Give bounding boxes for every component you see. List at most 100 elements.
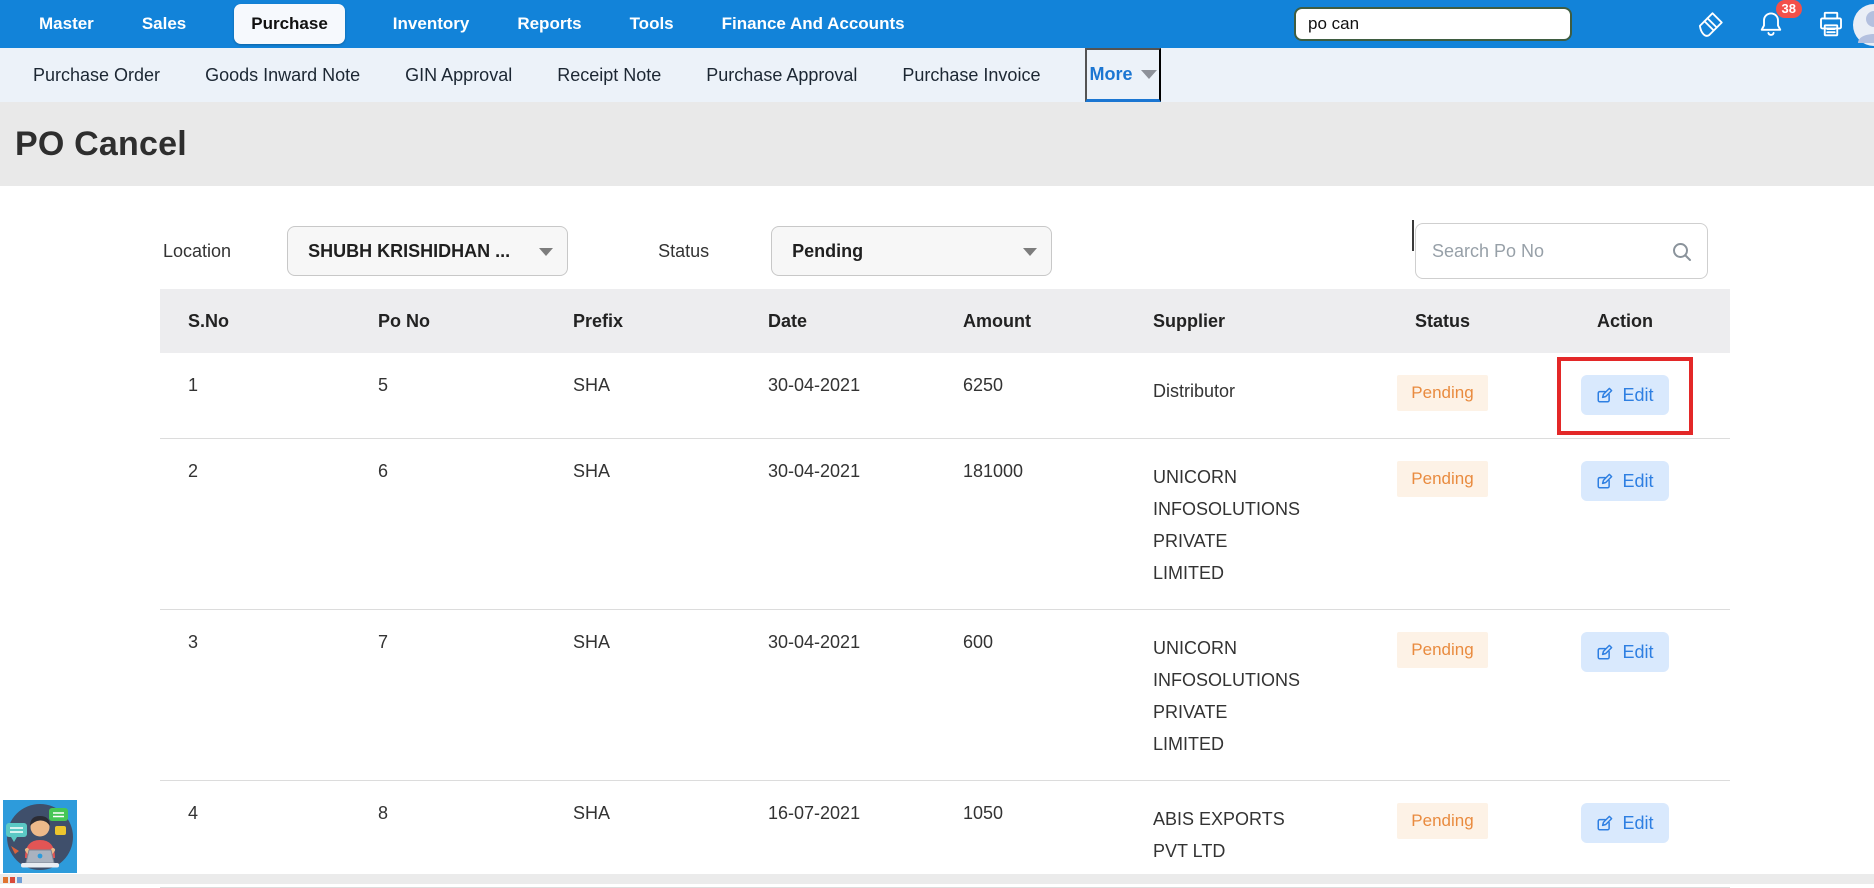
printer-icon[interactable]: [1816, 9, 1846, 39]
cell-action: Edit: [1520, 781, 1730, 887]
subnav-item[interactable]: Purchase Invoice: [902, 65, 1040, 86]
cell-date: 30-04-2021: [740, 610, 935, 780]
cell-action: Edit: [1520, 353, 1730, 438]
status-badge: Pending: [1397, 375, 1487, 411]
location-selected-value: SHUBH KRISHIDHAN ...: [308, 241, 510, 262]
cell-amount: 181000: [935, 439, 1125, 609]
text-cursor: [1412, 220, 1414, 251]
global-search-input[interactable]: [1294, 7, 1572, 41]
cell-prefix: SHA: [545, 439, 740, 609]
page-title: PO Cancel: [15, 125, 187, 164]
edit-button[interactable]: Edit: [1581, 632, 1668, 672]
cell-po-no: 8: [350, 781, 545, 887]
cell-status: Pending: [1365, 610, 1520, 780]
location-select[interactable]: SHUBH KRISHIDHAN ...: [287, 226, 568, 276]
support-chat-widget[interactable]: [3, 800, 77, 873]
edit-button[interactable]: Edit: [1581, 803, 1668, 843]
subnav-more-label: More: [1089, 64, 1132, 85]
cell-prefix: SHA: [545, 781, 740, 887]
cell-supplier: Distributor: [1125, 353, 1365, 438]
column-header: Status: [1365, 289, 1520, 353]
notifications-bell-icon[interactable]: 38: [1756, 9, 1786, 39]
po-cancel-table: S.NoPo NoPrefixDateAmountSupplierStatusA…: [160, 289, 1730, 888]
table-body: 1 5 SHA 30-04-2021 6250 Distributor Pend…: [160, 353, 1730, 888]
favicon-glyph: [3, 877, 22, 883]
cell-po-no: 6: [350, 439, 545, 609]
po-number-search-input[interactable]: [1415, 223, 1708, 279]
cell-date: 16-07-2021: [740, 781, 935, 887]
edit-button-label: Edit: [1622, 813, 1653, 834]
topbar-nav-item[interactable]: Reports: [517, 8, 581, 40]
edit-pencil-icon: [1596, 643, 1614, 661]
status-select[interactable]: Pending: [771, 226, 1052, 276]
status-label: Status: [658, 241, 709, 262]
cell-sno: 1: [160, 353, 350, 438]
cell-sno: 3: [160, 610, 350, 780]
cell-po-no: 7: [350, 610, 545, 780]
subnav-item[interactable]: Purchase Approval: [706, 65, 857, 86]
topbar-nav-item[interactable]: Master: [39, 8, 94, 40]
table-row: 4 8 SHA 16-07-2021 1050 ABIS EXPORTS PVT…: [160, 781, 1730, 888]
filters-bar: Location SHUBH KRISHIDHAN ... Status Pen…: [0, 223, 1874, 279]
table-row: 2 6 SHA 30-04-2021 181000 UNICORN INFOSO…: [160, 439, 1730, 610]
po-search-wrap: [1415, 223, 1708, 279]
location-label: Location: [163, 241, 231, 262]
cell-prefix: SHA: [545, 353, 740, 438]
search-magnifier-icon[interactable]: [1670, 240, 1694, 269]
table-row: 3 7 SHA 30-04-2021 600 UNICORN INFOSOLUT…: [160, 610, 1730, 781]
edit-button[interactable]: Edit: [1581, 375, 1668, 415]
subnav-item[interactable]: GIN Approval: [405, 65, 512, 86]
topbar-nav-item[interactable]: Tools: [630, 8, 674, 40]
edit-button[interactable]: Edit: [1581, 461, 1668, 501]
column-header: Prefix: [545, 289, 740, 353]
subnav-item[interactable]: Purchase Order: [33, 65, 160, 86]
cell-amount: 6250: [935, 353, 1125, 438]
subnav-item[interactable]: Receipt Note: [557, 65, 661, 86]
subnav-item[interactable]: Goods Inward Note: [205, 65, 360, 86]
status-badge: Pending: [1397, 803, 1487, 839]
purchase-subnav: Purchase Order Goods Inward Note GIN Appro…: [0, 48, 1874, 102]
column-header: Amount: [935, 289, 1125, 353]
global-search-wrap: [1294, 7, 1572, 41]
table-header-row: S.NoPo NoPrefixDateAmountSupplierStatusA…: [160, 289, 1730, 353]
cell-amount: 1050: [935, 781, 1125, 887]
cell-status: Pending: [1365, 781, 1520, 887]
cell-supplier: UNICORN INFOSOLUTIONS PRIVATE LIMITED: [1125, 439, 1365, 609]
user-avatar[interactable]: [1852, 3, 1874, 48]
topbar-nav-item[interactable]: Inventory: [393, 8, 470, 40]
status-badge: Pending: [1397, 461, 1487, 497]
column-header: S.No: [160, 289, 350, 353]
edit-button-label: Edit: [1622, 385, 1653, 406]
cell-status: Pending: [1365, 353, 1520, 438]
cell-sno: 2: [160, 439, 350, 609]
topbar-nav-item[interactable]: Purchase: [234, 4, 345, 44]
supplier-name: ABIS EXPORTS PVT LTD: [1153, 803, 1303, 867]
column-header: Po No: [350, 289, 545, 353]
status-selected-value: Pending: [792, 241, 863, 262]
theme-brush-icon[interactable]: [1696, 9, 1726, 39]
horizontal-scrollbar[interactable]: [0, 874, 1874, 884]
cell-supplier: UNICORN INFOSOLUTIONS PRIVATE LIMITED: [1125, 610, 1365, 780]
column-header: Date: [740, 289, 935, 353]
edit-pencil-icon: [1596, 472, 1614, 490]
edit-pencil-icon: [1596, 386, 1614, 404]
cell-date: 30-04-2021: [740, 439, 935, 609]
cell-action: Edit: [1520, 610, 1730, 780]
notification-count-badge: 38: [1776, 0, 1802, 18]
cell-date: 30-04-2021: [740, 353, 935, 438]
supplier-name: UNICORN INFOSOLUTIONS PRIVATE LIMITED: [1153, 461, 1303, 589]
chevron-down-icon: [539, 248, 553, 256]
cell-po-no: 5: [350, 353, 545, 438]
subnav-more-menu[interactable]: More: [1085, 48, 1161, 102]
subnav-items: Purchase Order Goods Inward Note GIN Appro…: [33, 65, 1040, 86]
topbar-nav-item[interactable]: Sales: [142, 8, 186, 40]
supplier-name: UNICORN INFOSOLUTIONS PRIVATE LIMITED: [1153, 632, 1303, 760]
edit-button-label: Edit: [1622, 642, 1653, 663]
edit-pencil-icon: [1596, 814, 1614, 832]
topbar-nav-item[interactable]: Finance And Accounts: [722, 8, 905, 40]
column-header: Action: [1520, 289, 1730, 353]
cell-amount: 600: [935, 610, 1125, 780]
chevron-down-icon: [1023, 248, 1037, 256]
cell-status: Pending: [1365, 439, 1520, 609]
table-row: 1 5 SHA 30-04-2021 6250 Distributor Pend…: [160, 353, 1730, 439]
